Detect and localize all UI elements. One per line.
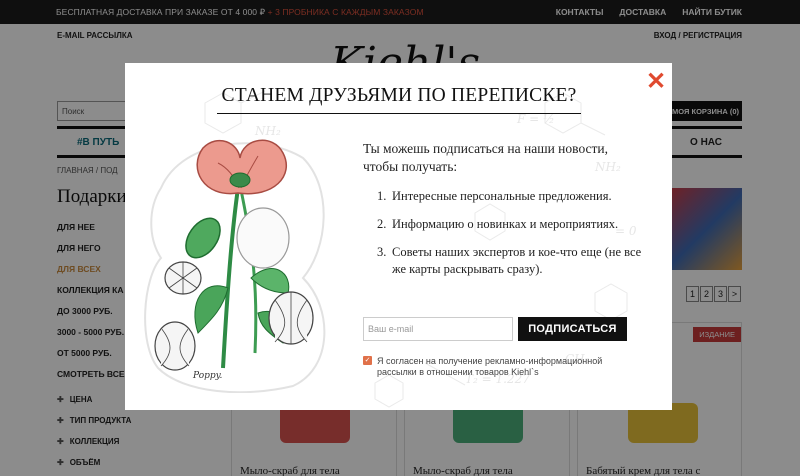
benefit-number: 1. xyxy=(377,189,387,203)
benefit-item: 2. Информацию о новинках и мероприятиях. xyxy=(363,216,645,233)
benefits-list: 1. Интересные персональные предложения. 2… xyxy=(363,188,645,289)
benefit-text: Информацию о новинках и мероприятиях. xyxy=(392,217,619,231)
close-icon[interactable]: ✕ xyxy=(645,70,667,94)
svg-text:F = ½: F = ½ xyxy=(516,112,555,126)
benefit-number: 2. xyxy=(377,217,387,231)
consent-text: Я согласен на получение рекламно-информа… xyxy=(377,356,603,377)
email-field[interactable] xyxy=(363,317,513,341)
modal-title: СТАНЕМ ДРУЗЬЯМИ ПО ПЕРЕПИСКЕ? xyxy=(217,85,581,114)
benefit-text: Интересные персональные предложения. xyxy=(392,189,612,203)
subscribe-button[interactable]: ПОДПИСАТЬСЯ xyxy=(518,317,627,341)
modal-intro: Ты можешь подписаться на наши новости, ч… xyxy=(363,141,609,174)
consent-row[interactable]: ✓ Я согласен на получение рекламно-инфор… xyxy=(363,356,633,378)
newsletter-modal: F = ½ NH₂ NH₂ H₂N = 0 T₂ = 1.227 CH₃ ✕ С… xyxy=(125,63,672,410)
benefit-item: 3. Советы наших экспертов и кое-что еще (… xyxy=(363,244,645,278)
benefit-text: Советы наших экспертов и кое-что еще (не… xyxy=(392,245,642,276)
benefit-item: 1. Интересные персональные предложения. xyxy=(363,188,645,205)
benefit-number: 3. xyxy=(377,245,387,259)
poppy-illustration: Poppy. xyxy=(144,139,326,393)
illustration-caption: Poppy. xyxy=(192,371,223,381)
consent-checkbox[interactable]: ✓ xyxy=(363,356,372,365)
